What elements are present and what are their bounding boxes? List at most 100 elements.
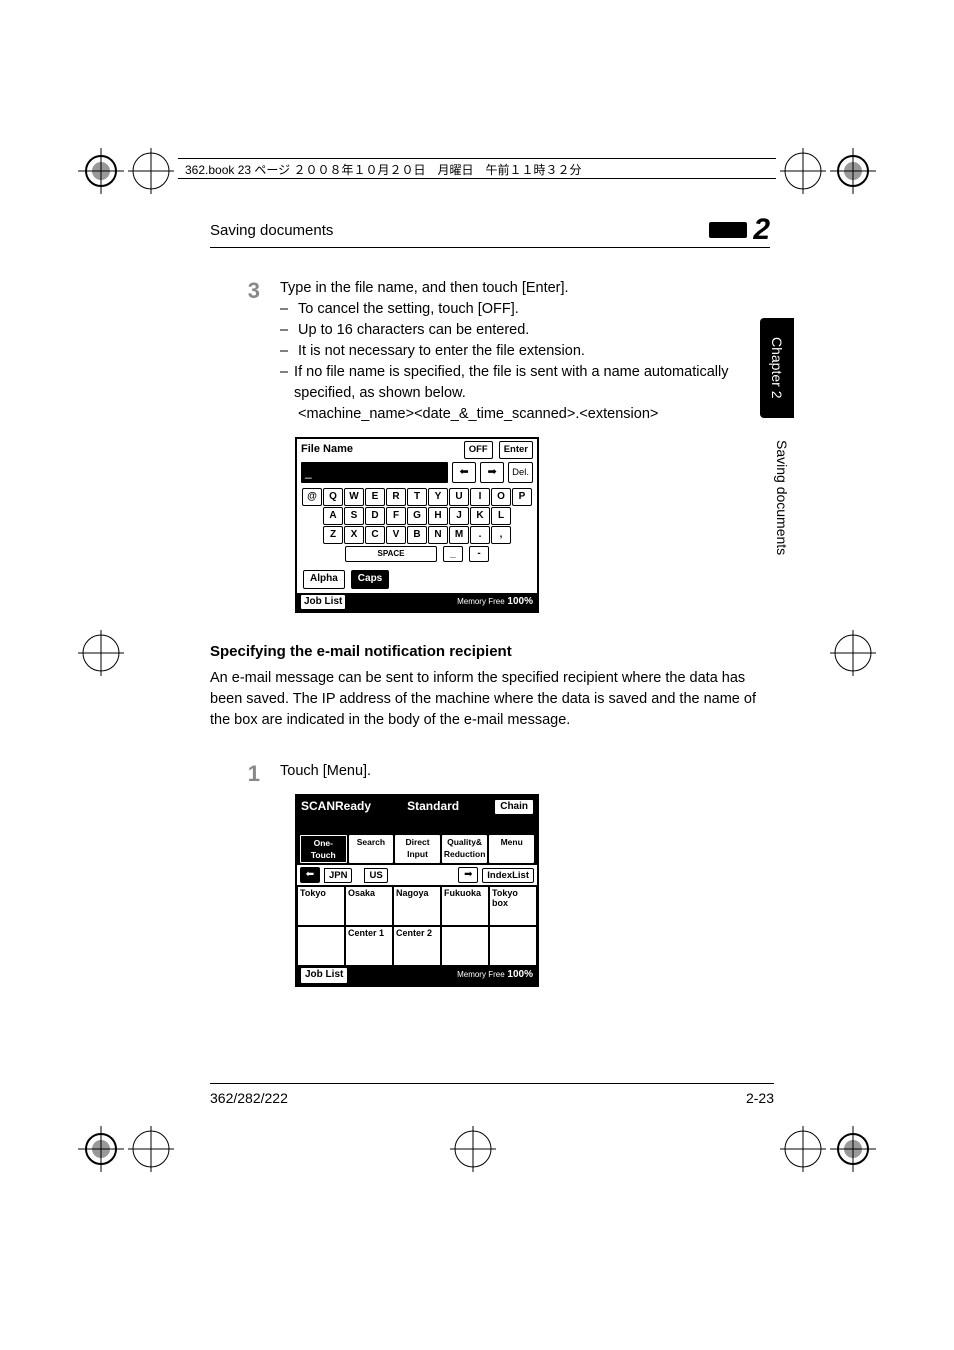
off-button[interactable]: OFF (464, 441, 493, 459)
key[interactable]: G (407, 507, 427, 525)
one-touch-cell[interactable]: Fukuoka (441, 886, 489, 926)
one-touch-cell[interactable]: Osaka (345, 886, 393, 926)
key[interactable]: Z (323, 526, 343, 544)
reg-cross (128, 1126, 174, 1172)
key[interactable]: U (449, 488, 469, 506)
loc-us[interactable]: US (364, 868, 387, 884)
one-touch-cell[interactable]: Tokyo box (489, 886, 537, 926)
reg-mark (78, 1126, 124, 1172)
key[interactable]: M (449, 526, 469, 544)
arrow-left-icon[interactable]: ⬅ (452, 462, 476, 483)
memory-label: Memory Free (457, 597, 505, 606)
tab[interactable]: One-Touch (300, 835, 347, 864)
footer-model: 362/282/222 (210, 1090, 288, 1106)
one-touch-cell[interactable] (441, 926, 489, 966)
key[interactable]: @ (302, 488, 322, 506)
key[interactable]: X (344, 526, 364, 544)
step-bullet: It is not necessary to enter the file ex… (298, 341, 585, 362)
loc-jpn[interactable]: JPN (324, 868, 352, 884)
standard-label: Standard (407, 798, 459, 815)
key[interactable]: V (386, 526, 406, 544)
filename-field[interactable]: _ (301, 462, 448, 483)
step-bullet: If no file name is specified, the file i… (294, 362, 770, 404)
chain-button[interactable]: Chain (495, 800, 533, 815)
one-touch-cell[interactable]: Nagoya (393, 886, 441, 926)
key[interactable]: D (365, 507, 385, 525)
crop-meta: 362.book 23 ページ ２００８年１０月２０日 月曜日 午前１１時３２分 (185, 161, 582, 178)
delete-button[interactable]: Del. (508, 462, 533, 483)
mode-label: SCAN (301, 799, 335, 813)
key[interactable]: N (428, 526, 448, 544)
reg-cross (780, 1126, 826, 1172)
key[interactable]: A (323, 507, 343, 525)
key[interactable]: O (491, 488, 511, 506)
key[interactable]: R (386, 488, 406, 506)
job-list-button[interactable]: Job List (301, 595, 345, 610)
key[interactable]: , (491, 526, 511, 544)
lcd-keyboard-panel: File Name OFF Enter _ ⬅ ➡ Del. @QWERTYUI… (295, 437, 539, 613)
key[interactable]: F (386, 507, 406, 525)
reg-mark (830, 148, 876, 194)
side-running-head: Saving documents (774, 440, 790, 555)
hyphen-key[interactable]: - (469, 546, 489, 562)
key[interactable]: E (365, 488, 385, 506)
key[interactable]: L (491, 507, 511, 525)
one-touch-cell[interactable] (297, 926, 345, 966)
chapter-number: 2 (753, 215, 770, 245)
lcd-scan-panel: SCANReady Standard Chain One-TouchSearch… (295, 794, 539, 987)
tab[interactable]: Menu (489, 835, 534, 864)
caps-button[interactable]: Caps (351, 570, 389, 589)
filename-format: <machine_name><date_&_time_scanned>.<ext… (298, 404, 770, 425)
arrow-right-icon[interactable]: ➡ (480, 462, 504, 483)
section-paragraph: An e-mail message can be sent to inform … (210, 668, 770, 731)
reg-cross (830, 630, 876, 676)
footer-page: 2-23 (746, 1090, 774, 1106)
step-number: 1 (210, 761, 260, 987)
reg-mark (78, 148, 124, 194)
key[interactable]: H (428, 507, 448, 525)
memory-pct: 100% (507, 596, 533, 607)
indexlist-button[interactable]: IndexList (482, 868, 534, 884)
underscore-key[interactable]: _ (443, 546, 463, 562)
key[interactable]: Q (323, 488, 343, 506)
arrow-right-icon[interactable]: ➡ (458, 867, 478, 883)
tab-block (709, 222, 747, 238)
job-list-button[interactable]: Job List (301, 968, 347, 983)
enter-button[interactable]: Enter (499, 441, 533, 459)
running-head-left: Saving documents (210, 222, 333, 239)
reg-cross (78, 630, 124, 676)
key[interactable]: J (449, 507, 469, 525)
key[interactable]: S (344, 507, 364, 525)
key[interactable]: B (407, 526, 427, 544)
key[interactable]: Y (428, 488, 448, 506)
tab[interactable]: Search (349, 835, 394, 864)
reg-cross (128, 148, 174, 194)
key[interactable]: I (470, 488, 490, 506)
memory-pct: 100% (507, 969, 533, 980)
one-touch-cell[interactable]: Center 1 (345, 926, 393, 966)
key[interactable]: T (407, 488, 427, 506)
one-touch-cell[interactable]: Tokyo (297, 886, 345, 926)
one-touch-cell[interactable]: Center 2 (393, 926, 441, 966)
key[interactable]: K (470, 507, 490, 525)
key[interactable]: . (470, 526, 490, 544)
arrow-left-icon[interactable]: ⬅ (300, 867, 320, 883)
step-lead: Touch [Menu]. (280, 761, 770, 782)
reg-cross (780, 148, 826, 194)
key[interactable]: C (365, 526, 385, 544)
space-key[interactable]: SPACE (345, 546, 437, 562)
step-number: 3 (210, 278, 260, 613)
ready-label: Ready (335, 799, 371, 813)
panel-title: File Name (301, 442, 353, 458)
step-bullet: Up to 16 characters can be entered. (298, 320, 529, 341)
key[interactable]: P (512, 488, 532, 506)
reg-mark (830, 1126, 876, 1172)
reg-cross (450, 1126, 496, 1172)
tab[interactable]: Direct Input (395, 835, 440, 864)
tab[interactable]: Quality& Reduction (442, 835, 488, 864)
key[interactable]: W (344, 488, 364, 506)
one-touch-cell[interactable] (489, 926, 537, 966)
section-heading: Specifying the e-mail notification recip… (210, 643, 770, 660)
alpha-button[interactable]: Alpha (303, 570, 345, 589)
memory-label: Memory Free (457, 970, 505, 979)
